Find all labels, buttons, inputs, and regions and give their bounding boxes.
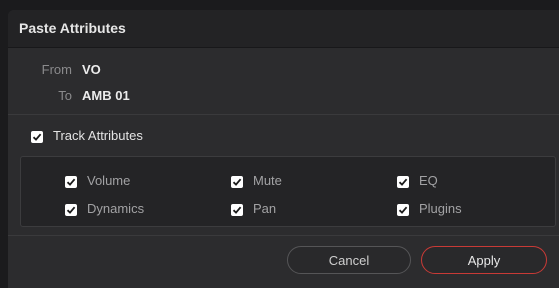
checkmark-icon <box>232 178 242 186</box>
dynamics-checkbox[interactable] <box>65 204 77 216</box>
divider <box>8 114 559 115</box>
from-value: VO <box>82 62 101 77</box>
track-attributes-checkbox[interactable] <box>31 131 43 143</box>
checkmark-icon <box>32 133 42 141</box>
pan-label: Pan <box>253 201 277 216</box>
checkmark-icon <box>398 178 408 186</box>
volume-checkbox[interactable] <box>65 176 77 188</box>
dialog-title: Paste Attributes <box>19 20 126 36</box>
mute-checkbox[interactable] <box>231 176 243 188</box>
mute-label: Mute <box>253 173 282 188</box>
eq-label: EQ <box>419 173 438 188</box>
dynamics-label: Dynamics <box>87 201 145 216</box>
divider <box>8 235 559 236</box>
plugins-label: Plugins <box>419 201 462 216</box>
to-value: AMB 01 <box>82 88 130 103</box>
checkmark-icon <box>398 206 408 214</box>
checkmark-icon <box>66 178 76 186</box>
cancel-button[interactable]: Cancel <box>287 246 411 274</box>
track-attributes-label: Track Attributes <box>53 128 143 143</box>
checkmark-icon <box>66 206 76 214</box>
to-label: To <box>58 88 72 103</box>
plugins-checkbox[interactable] <box>397 204 409 216</box>
from-label: From <box>41 62 72 77</box>
attributes-group: Volume Mute EQ Dynamics Pan Plugins <box>20 156 556 227</box>
paste-attributes-dialog: Paste Attributes From VO To AMB 01 Track… <box>8 10 559 288</box>
pan-checkbox[interactable] <box>231 204 243 216</box>
dialog-titlebar: Paste Attributes <box>8 10 559 48</box>
apply-button[interactable]: Apply <box>421 246 547 274</box>
volume-label: Volume <box>87 173 131 188</box>
eq-checkbox[interactable] <box>397 176 409 188</box>
checkmark-icon <box>232 206 242 214</box>
